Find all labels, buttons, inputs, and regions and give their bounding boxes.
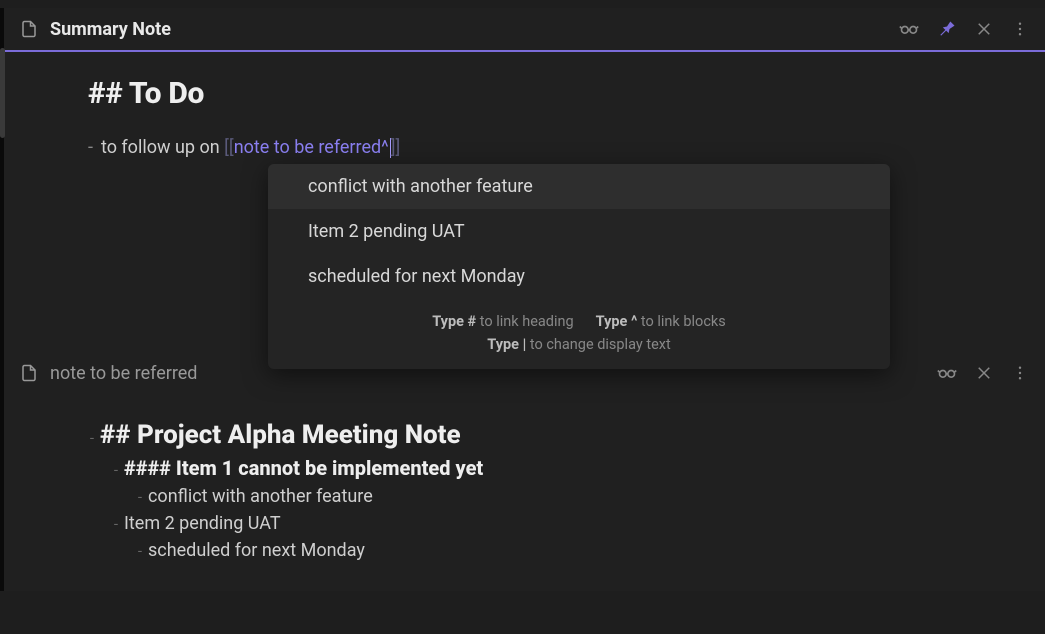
hint-key: Type | <box>487 336 526 353</box>
pane-referred: note to be referred - ## Project Alpha M… <box>0 352 1045 591</box>
internal-link[interactable]: note to be referred^ <box>234 137 389 158</box>
autocomplete-popup: conflict with another feature Item 2 pen… <box>268 164 890 369</box>
outline-row: - scheduled for next Monday <box>84 540 965 561</box>
hint-key: Type # <box>432 313 476 330</box>
link-close-brackets: ]] <box>391 137 401 158</box>
autocomplete-item[interactable]: scheduled for next Monday <box>268 254 890 299</box>
reading-view-icon[interactable] <box>899 19 919 39</box>
bullet-dash: - <box>132 488 142 506</box>
app-titlebar <box>0 0 1045 8</box>
document-icon <box>20 364 38 382</box>
document-icon <box>20 20 38 38</box>
fold-dash[interactable]: - <box>108 461 118 479</box>
bullet-line: - to follow up on [[note to be referred^… <box>88 137 965 158</box>
heading-4: #### Item 1 cannot be implemented yet <box>124 456 483 480</box>
close-icon[interactable] <box>975 20 993 38</box>
pin-icon[interactable] <box>937 19 957 39</box>
more-icon[interactable] <box>1011 20 1029 38</box>
more-icon[interactable] <box>1011 364 1029 382</box>
close-icon[interactable] <box>975 364 993 382</box>
bullet-text: to follow up on <box>101 137 224 158</box>
autocomplete-hints: Type # to link heading Type ^ to link bl… <box>268 299 890 369</box>
bullet-dash: - <box>132 542 142 560</box>
bullet-dash: - <box>88 137 93 158</box>
outline-row: - conflict with another feature <box>84 486 965 507</box>
scrollbar[interactable] <box>0 48 5 138</box>
pane-actions <box>899 19 1029 39</box>
pane-actions <box>937 363 1029 383</box>
list-item: scheduled for next Monday <box>148 540 365 561</box>
pane-title: Summary Note <box>50 19 899 40</box>
hint-key: Type ^ <box>596 313 638 330</box>
heading-2: ## Project Alpha Meeting Note <box>100 420 461 450</box>
list-item: conflict with another feature <box>148 486 373 507</box>
editor-content[interactable]: - ## Project Alpha Meeting Note - #### I… <box>4 396 1045 591</box>
hint-text: to link blocks <box>637 313 725 330</box>
outline-row: - #### Item 1 cannot be implemented yet <box>84 456 965 480</box>
bullet-dash: - <box>108 515 118 533</box>
list-item: Item 2 pending UAT <box>124 513 281 534</box>
hint-text: to change display text <box>526 336 670 353</box>
link-open-brackets: [[ <box>224 137 234 158</box>
outline-row: - ## Project Alpha Meeting Note <box>84 420 965 450</box>
autocomplete-item[interactable]: Item 2 pending UAT <box>268 209 890 254</box>
pane-header: Summary Note <box>4 8 1045 52</box>
fold-dash[interactable]: - <box>84 429 94 447</box>
autocomplete-item[interactable]: conflict with another feature <box>268 164 890 209</box>
heading-line: ## To Do <box>88 76 965 111</box>
reading-view-icon[interactable] <box>937 363 957 383</box>
outline-row: - Item 2 pending UAT <box>84 513 965 534</box>
hint-text: to link heading <box>476 313 574 330</box>
